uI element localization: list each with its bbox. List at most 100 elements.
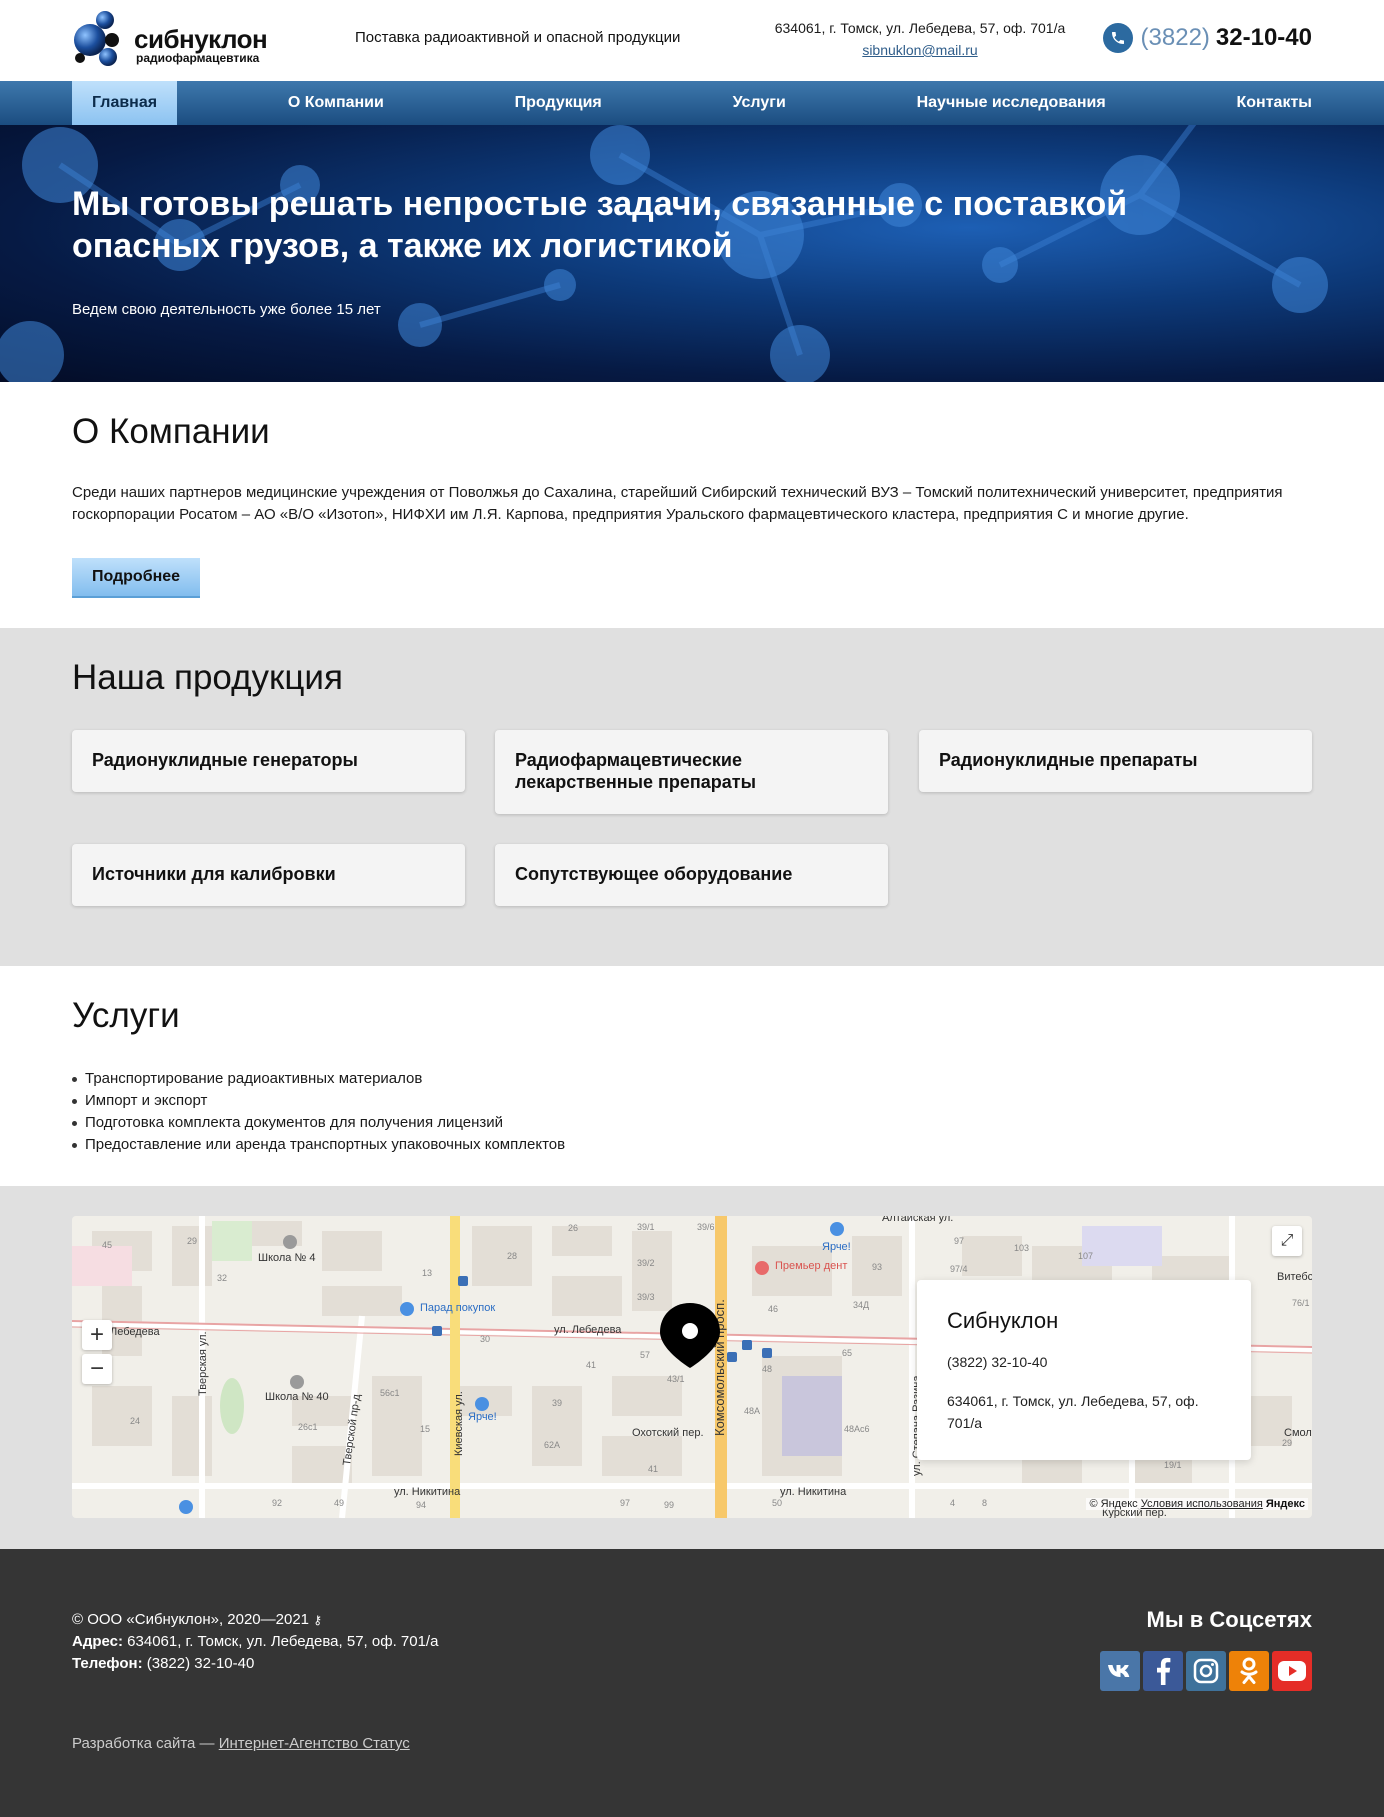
facebook-icon[interactable] — [1143, 1651, 1183, 1691]
hero-title: Мы готовы решать непростые задачи, связа… — [72, 185, 1128, 265]
hero-banner: Мы готовы решать непростые задачи, связа… — [0, 125, 1384, 382]
map-label: Лебедева — [110, 1326, 161, 1338]
instagram-icon[interactable] — [1186, 1651, 1226, 1691]
service-item: Предоставление или аренда транспортных у… — [72, 1134, 565, 1156]
yandex-map[interactable]: Школа № 4 Школа № 40 Парад покупок Ярче!… — [72, 1216, 1312, 1518]
vk-icon[interactable] — [1100, 1651, 1140, 1691]
social-title: Мы в Соцсетях — [1146, 1607, 1312, 1632]
map-house-number: 32 — [217, 1273, 227, 1283]
product-card-generators[interactable]: Радионуклидные генераторы — [72, 730, 465, 792]
nav-item-about[interactable]: О Компании — [268, 81, 404, 125]
map-house-number: 4 — [950, 1498, 955, 1508]
footer-dev-link[interactable]: Интернет-Агентство Статус — [219, 1735, 410, 1752]
nav-item-products[interactable]: Продукция — [495, 81, 622, 125]
header-tagline: Поставка радиоактивной и опасной продукц… — [355, 29, 681, 46]
services-list: Транспортирование радиоактивных материал… — [72, 1068, 565, 1156]
map-house-number: 41 — [648, 1464, 658, 1474]
map-label: Школа № 40 — [265, 1391, 329, 1403]
map-label: ул. Лебедева — [554, 1324, 622, 1336]
logo[interactable]: сибнуклон радиофармацевтика — [72, 10, 282, 68]
footer-copyright-text: © ООО «Сибнуклон», 2020—2021 — [72, 1611, 310, 1628]
footer-copyright: © ООО «Сибнуклон», 2020—2021 ⚷ — [72, 1609, 438, 1631]
map-label: Витебс — [1277, 1271, 1312, 1283]
phone-number: 32-10-40 — [1215, 24, 1312, 51]
header-address: 634061, г. Томск, ул. Лебедева, 57, оф. … — [774, 20, 1066, 36]
yandex-logo[interactable]: Яндекс — [1266, 1498, 1305, 1510]
map-house-number: 107 — [1078, 1251, 1093, 1261]
map-label: Тверская ул. — [197, 1331, 209, 1396]
product-card-calibration-sources[interactable]: Источники для калибровки — [72, 844, 465, 906]
map-card-phone: (3822) 32-10-40 — [947, 1354, 1048, 1370]
nav-item-contacts[interactable]: Контакты — [1217, 81, 1312, 125]
youtube-icon[interactable] — [1272, 1651, 1312, 1691]
map-house-number: 39/2 — [637, 1258, 655, 1268]
phone-icon — [1102, 23, 1133, 53]
map-location-pin-icon[interactable] — [660, 1303, 720, 1368]
map-zoom-out-button[interactable]: − — [82, 1354, 112, 1384]
map-house-number: 24 — [130, 1416, 140, 1426]
map-house-number: 39 — [552, 1398, 562, 1408]
map-copyright: © Яндекс Условия использования Яндекс — [1086, 1498, 1308, 1510]
footer-dev-prefix: Разработка сайта — — [72, 1735, 215, 1752]
service-item: Импорт и экспорт — [72, 1090, 565, 1112]
more-button[interactable]: Подробнее — [72, 558, 200, 598]
site-header: сибнуклон радиофармацевтика Поставка рад… — [0, 0, 1384, 81]
map-copyright-text: © Яндекс — [1089, 1498, 1138, 1510]
main-navigation: Главная О Компании Продукция Услуги Науч… — [0, 81, 1384, 125]
map-house-number: 8 — [982, 1498, 987, 1508]
map-card-title: Сибнуклон — [947, 1308, 1059, 1333]
map-label: Премьер дент — [775, 1260, 847, 1272]
map-house-number: 97/4 — [950, 1264, 968, 1274]
product-card-radionuclide-preparations[interactable]: Радионуклидные препараты — [919, 730, 1312, 792]
map-house-number: 46 — [768, 1304, 778, 1314]
map-house-number: 48Ас6 — [844, 1424, 870, 1434]
map-house-number: 48А — [744, 1406, 760, 1416]
map-house-number: 99 — [664, 1500, 674, 1510]
map-house-number: 41 — [586, 1360, 596, 1370]
products-section: Наша продукция Радионуклидные генераторы… — [0, 628, 1384, 966]
map-fullscreen-icon[interactable]: ⤢ — [1272, 1226, 1302, 1256]
footer-developer: Разработка сайта — Интернет-Агентство Ст… — [72, 1735, 410, 1752]
products-title: Наша продукция — [72, 658, 343, 697]
hero-subtitle: Ведем свою деятельность уже более 15 лет — [72, 301, 381, 318]
header-contacts: 634061, г. Томск, ул. Лебедева, 57, оф. … — [760, 17, 1080, 61]
map-house-number: 93 — [872, 1262, 882, 1272]
product-card-radiopharmaceuticals[interactable]: Радиофармацевтические лекарственные преп… — [495, 730, 888, 814]
services-title: Услуги — [72, 996, 180, 1035]
map-terms-link[interactable]: Условия использования — [1141, 1498, 1263, 1510]
header-email-link[interactable]: sibnuklon@mail.ru — [862, 42, 977, 58]
map-card-address: 634061, г. Томск, ул. Лебедева, 57, оф. … — [947, 1393, 1199, 1431]
nav-item-home[interactable]: Главная — [72, 81, 178, 125]
map-zoom-in-button[interactable]: + — [82, 1320, 112, 1350]
map-house-number: 29 — [187, 1236, 197, 1246]
map-house-number: 39/1 — [637, 1222, 655, 1232]
map-label: Школа № 4 — [258, 1252, 315, 1264]
map-house-number: 49 — [334, 1498, 344, 1508]
about-title: О Компании — [72, 412, 270, 451]
footer-info: © ООО «Сибнуклон», 2020—2021 ⚷ Адрес: 63… — [72, 1609, 438, 1675]
map-section: Школа № 4 Школа № 40 Парад покупок Ярче!… — [0, 1186, 1384, 1549]
map-house-number: 39/3 — [637, 1292, 655, 1302]
map-house-number: 50 — [772, 1498, 782, 1508]
service-item: Транспортирование радиоактивных материал… — [72, 1068, 565, 1090]
map-house-number: 45 — [102, 1240, 112, 1250]
map-label: Ярче! — [822, 1241, 851, 1253]
map-house-number: 30 — [480, 1334, 490, 1344]
map-house-number: 94 — [416, 1500, 426, 1510]
product-card-equipment[interactable]: Сопутствующее оборудование — [495, 844, 888, 906]
map-label: Охотский пер. — [632, 1427, 704, 1439]
map-house-number: 13 — [422, 1268, 432, 1278]
nav-item-research[interactable]: Научные исследования — [897, 81, 1126, 125]
map-house-number: 29 — [1282, 1438, 1292, 1448]
map-house-number: 19/1 — [1164, 1460, 1182, 1470]
map-label: ул. Никитина — [394, 1486, 461, 1498]
map-label: Алтайская ул. — [882, 1216, 953, 1224]
header-phone[interactable]: (3822) 32-10-40 — [1102, 21, 1312, 55]
map-house-number: 97 — [954, 1236, 964, 1246]
footer-address: Адрес: 634061, г. Томск, ул. Лебедева, 5… — [72, 1631, 438, 1653]
map-house-number: 97 — [620, 1498, 630, 1508]
site-footer: © ООО «Сибнуклон», 2020—2021 ⚷ Адрес: 63… — [0, 1549, 1384, 1817]
nav-item-services[interactable]: Услуги — [713, 81, 806, 125]
odnoklassniki-icon[interactable] — [1229, 1651, 1269, 1691]
about-text: Среди наших партнеров медицинские учрежд… — [72, 484, 1283, 523]
